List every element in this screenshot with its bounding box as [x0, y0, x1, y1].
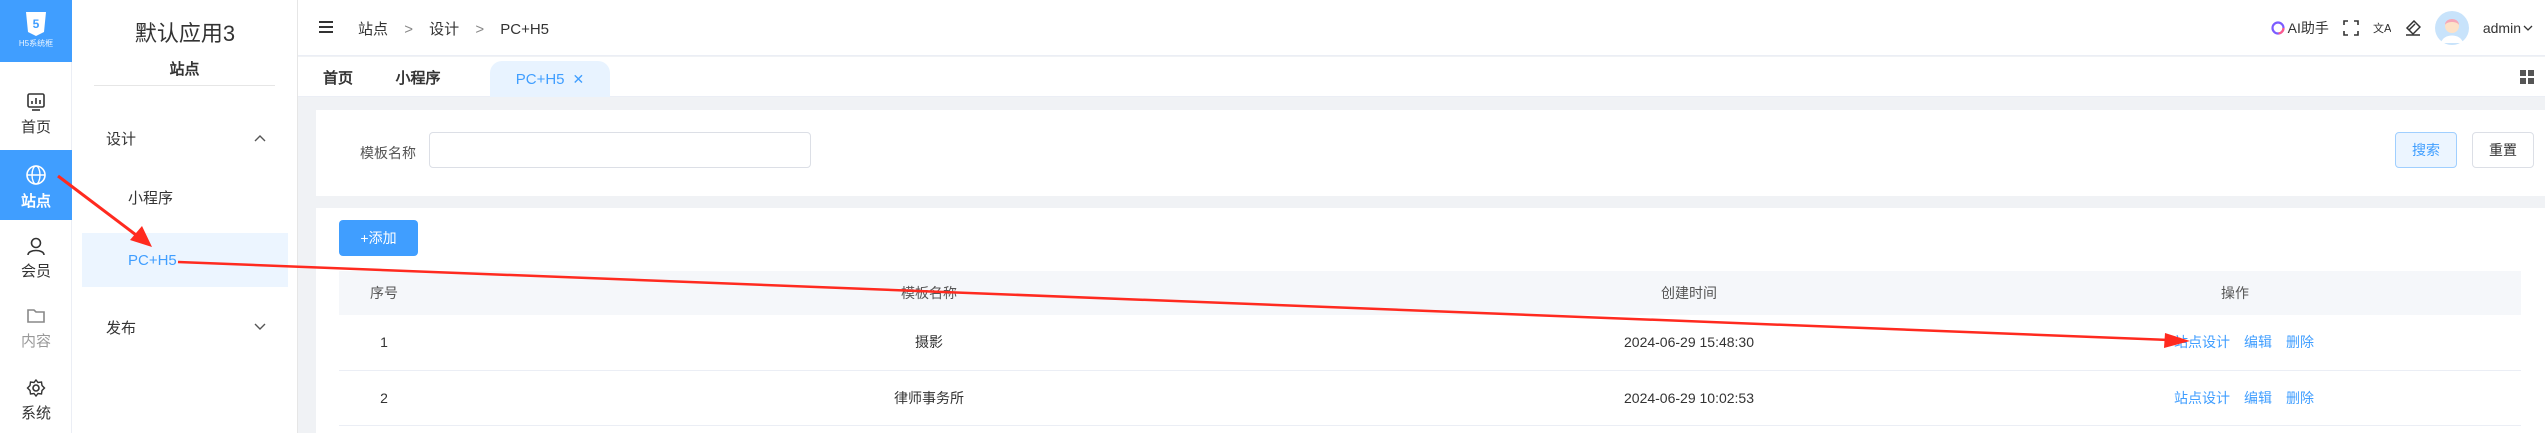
tab-label: PC+H5 — [515, 71, 565, 88]
grid-icon[interactable] — [2519, 69, 2535, 85]
svg-text:文A: 文A — [2373, 21, 2391, 35]
avatar-image — [2440, 19, 2463, 43]
cell-created: 2024-06-29 10:02:53 — [1429, 370, 1949, 426]
menu-group-publish[interactable]: 发布 — [72, 302, 298, 352]
breadcrumb: 站点 > 设计 > PC+H5 — [358, 18, 549, 39]
site-design-link[interactable]: 站点设计 — [2174, 390, 2230, 406]
ai-assistant-button[interactable]: AI助手 — [2271, 18, 2329, 38]
ai-assistant-label: AI助手 — [2287, 20, 2329, 36]
tab-home[interactable]: 首页 — [308, 61, 368, 97]
dashboard-icon — [27, 93, 45, 111]
menu-group-design[interactable]: 设计 — [72, 113, 298, 163]
section-label: 站点 — [169, 61, 200, 78]
app-logo: 5 H5系统框 — [0, 0, 72, 62]
rail-item-content[interactable]: 内容 — [0, 292, 72, 362]
cell-name: 律师事务所 — [429, 370, 1429, 426]
rail-item-home[interactable]: 首页 — [0, 78, 72, 148]
breadcrumb-item[interactable]: 站点 — [358, 21, 388, 38]
top-header: 站点 > 设计 > PC+H5 AI助手 文A admin — [298, 0, 2545, 56]
cell-index: 1 — [339, 315, 429, 371]
menu-item-label: PC+H5 — [128, 251, 177, 269]
table-panel: +添加 序号 模板名称 创建时间 操作 1 摄影 2024-06-29 15:4… — [316, 208, 2545, 433]
logo-subtitle: H5系统框 — [18, 39, 54, 48]
template-name-label: 模板名称 — [360, 145, 416, 161]
ai-logo-icon — [2271, 21, 2285, 35]
fullscreen-icon[interactable] — [2343, 20, 2359, 36]
edit-link[interactable]: 编辑 — [2244, 334, 2272, 350]
username[interactable]: admin — [2483, 20, 2521, 36]
breadcrumb-separator: > — [404, 21, 413, 38]
menu-group-label: 发布 — [106, 319, 137, 337]
rail-item-member[interactable]: 会员 — [0, 222, 72, 292]
user-icon — [27, 237, 45, 256]
rail-label: 首页 — [20, 119, 51, 136]
menu-toggle-icon[interactable] — [318, 19, 334, 35]
breadcrumb-separator: > — [475, 21, 485, 38]
reset-button[interactable]: 重置 — [2472, 132, 2534, 168]
delete-link[interactable]: 删除 — [2286, 390, 2314, 406]
search-panel: 模板名称 搜索 重置 — [316, 110, 2545, 196]
table-header-row: 序号 模板名称 创建时间 操作 — [339, 271, 2521, 315]
menu-item-miniprogram[interactable]: 小程序 — [82, 170, 288, 224]
cell-created: 2024-06-29 15:48:30 — [1429, 315, 1949, 371]
site-design-link[interactable]: 站点设计 — [2174, 334, 2230, 350]
cell-name: 摄影 — [429, 315, 1429, 371]
cell-index: 2 — [339, 370, 429, 426]
cell-actions: 站点设计 编辑 删除 — [1949, 315, 2521, 371]
secondary-menu: 默认应用3 站点 设计 小程序 PC+H5 发布 — [72, 0, 298, 433]
add-button[interactable]: +添加 — [339, 220, 418, 256]
chevron-up-icon — [254, 135, 266, 142]
tab-pch5[interactable]: PC+H5 ✕ — [490, 61, 610, 97]
rail-item-system[interactable]: 系统 — [0, 364, 72, 433]
edit-link[interactable]: 编辑 — [2244, 390, 2272, 406]
tab-label: 小程序 — [395, 70, 441, 87]
template-name-input[interactable] — [429, 132, 811, 168]
chevron-down-icon[interactable] — [2523, 25, 2533, 31]
menu-item-pch5[interactable]: PC+H5 — [82, 233, 288, 287]
table-row: 2 律师事务所 2024-06-29 10:02:53 站点设计 编辑 删除 — [339, 370, 2521, 426]
breadcrumb-item[interactable]: 设计 — [429, 21, 459, 38]
column-header-actions: 操作 — [1949, 271, 2521, 315]
icon-rail: 5 H5系统框 首页 站点 会员 内容 系统 — [0, 0, 72, 433]
rail-label: 系统 — [20, 405, 51, 422]
section-header: 站点 — [94, 58, 275, 86]
table-row: 1 摄影 2024-06-29 15:48:30 站点设计 编辑 删除 — [339, 315, 2521, 371]
rail-label: 内容 — [20, 333, 51, 350]
delete-link[interactable]: 删除 — [2286, 334, 2314, 350]
folder-icon — [27, 309, 45, 323]
search-button[interactable]: 搜索 — [2395, 132, 2457, 168]
chevron-down-icon — [254, 323, 266, 330]
menu-item-label: 小程序 — [128, 189, 174, 207]
translate-icon[interactable]: 文A — [2373, 20, 2391, 36]
rail-label: 会员 — [20, 263, 51, 280]
gear-icon — [26, 378, 46, 398]
template-table: 序号 模板名称 创建时间 操作 1 摄影 2024-06-29 15:48:30… — [339, 271, 2521, 426]
globe-icon — [26, 165, 46, 185]
svg-text:5: 5 — [33, 17, 40, 31]
column-header-created: 创建时间 — [1429, 271, 1949, 315]
app-title: 默认应用3 — [134, 21, 236, 46]
tab-label: 首页 — [322, 70, 353, 87]
clear-cache-icon[interactable] — [2405, 20, 2421, 36]
tab-bar: 首页 小程序 PC+H5 ✕ — [298, 57, 2545, 97]
rail-item-site[interactable]: 站点 — [0, 150, 72, 220]
column-header-name: 模板名称 — [429, 271, 1429, 315]
rail-label: 站点 — [20, 193, 51, 210]
close-icon[interactable]: ✕ — [573, 71, 585, 87]
user-avatar[interactable] — [2434, 11, 2469, 45]
header-actions: AI助手 文A admin — [2271, 10, 2533, 46]
tab-miniprogram[interactable]: 小程序 — [378, 61, 458, 97]
cell-actions: 站点设计 编辑 删除 — [1949, 370, 2521, 426]
breadcrumb-item: PC+H5 — [500, 21, 550, 38]
html5-logo-icon: 5 — [26, 12, 46, 36]
menu-group-label: 设计 — [106, 130, 137, 148]
column-header-index: 序号 — [339, 271, 429, 315]
